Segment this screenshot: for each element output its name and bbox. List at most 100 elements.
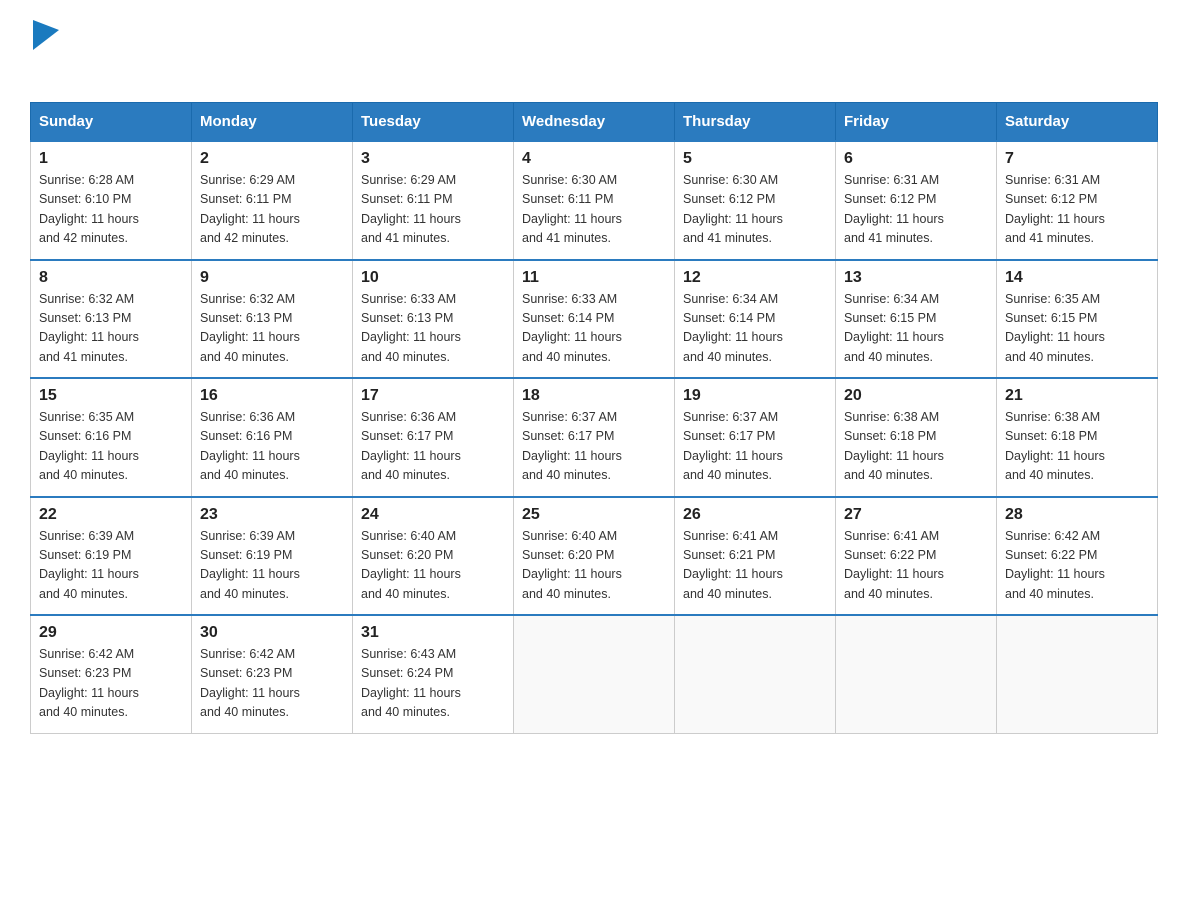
day-info: Sunrise: 6:43 AMSunset: 6:24 PMDaylight:… bbox=[361, 645, 505, 723]
day-info: Sunrise: 6:40 AMSunset: 6:20 PMDaylight:… bbox=[522, 527, 666, 605]
day-info: Sunrise: 6:33 AMSunset: 6:14 PMDaylight:… bbox=[522, 290, 666, 368]
calendar-cell: 27 Sunrise: 6:41 AMSunset: 6:22 PMDayligh… bbox=[836, 497, 997, 616]
day-number: 19 bbox=[683, 387, 827, 405]
calendar-cell: 4 Sunrise: 6:30 AMSunset: 6:11 PMDaylight… bbox=[514, 141, 675, 260]
calendar-cell: 14 Sunrise: 6:35 AMSunset: 6:15 PMDayligh… bbox=[997, 260, 1158, 379]
header-saturday: Saturday bbox=[997, 103, 1158, 142]
calendar-cell: 31 Sunrise: 6:43 AMSunset: 6:24 PMDayligh… bbox=[353, 615, 514, 733]
calendar-cell bbox=[675, 615, 836, 733]
week-row-5: 29 Sunrise: 6:42 AMSunset: 6:23 PMDayligh… bbox=[31, 615, 1158, 733]
day-info: Sunrise: 6:33 AMSunset: 6:13 PMDaylight:… bbox=[361, 290, 505, 368]
calendar-cell: 25 Sunrise: 6:40 AMSunset: 6:20 PMDayligh… bbox=[514, 497, 675, 616]
day-info: Sunrise: 6:38 AMSunset: 6:18 PMDaylight:… bbox=[844, 408, 988, 486]
day-info: Sunrise: 6:42 AMSunset: 6:23 PMDaylight:… bbox=[200, 645, 344, 723]
day-info: Sunrise: 6:30 AMSunset: 6:11 PMDaylight:… bbox=[522, 171, 666, 249]
day-number: 30 bbox=[200, 624, 344, 642]
day-number: 8 bbox=[39, 269, 183, 287]
calendar-cell: 16 Sunrise: 6:36 AMSunset: 6:16 PMDayligh… bbox=[192, 378, 353, 497]
day-number: 23 bbox=[200, 506, 344, 524]
calendar-cell: 2 Sunrise: 6:29 AMSunset: 6:11 PMDaylight… bbox=[192, 141, 353, 260]
day-number: 16 bbox=[200, 387, 344, 405]
header-sunday: Sunday bbox=[31, 103, 192, 142]
day-info: Sunrise: 6:30 AMSunset: 6:12 PMDaylight:… bbox=[683, 171, 827, 249]
logo-flag-icon bbox=[33, 20, 59, 50]
logo bbox=[30, 20, 59, 82]
day-info: Sunrise: 6:35 AMSunset: 6:15 PMDaylight:… bbox=[1005, 290, 1149, 368]
day-info: Sunrise: 6:42 AMSunset: 6:22 PMDaylight:… bbox=[1005, 527, 1149, 605]
day-info: Sunrise: 6:29 AMSunset: 6:11 PMDaylight:… bbox=[200, 171, 344, 249]
day-number: 27 bbox=[844, 506, 988, 524]
header-thursday: Thursday bbox=[675, 103, 836, 142]
header-friday: Friday bbox=[836, 103, 997, 142]
day-info: Sunrise: 6:38 AMSunset: 6:18 PMDaylight:… bbox=[1005, 408, 1149, 486]
day-number: 14 bbox=[1005, 269, 1149, 287]
day-info: Sunrise: 6:41 AMSunset: 6:22 PMDaylight:… bbox=[844, 527, 988, 605]
day-number: 28 bbox=[1005, 506, 1149, 524]
day-number: 2 bbox=[200, 150, 344, 168]
day-info: Sunrise: 6:42 AMSunset: 6:23 PMDaylight:… bbox=[39, 645, 183, 723]
calendar-cell: 18Sunrise: 6:37 AMSunset: 6:17 PMDayligh… bbox=[514, 378, 675, 497]
calendar-cell: 17 Sunrise: 6:36 AMSunset: 6:17 PMDayligh… bbox=[353, 378, 514, 497]
calendar-cell: 12 Sunrise: 6:34 AMSunset: 6:14 PMDayligh… bbox=[675, 260, 836, 379]
day-number: 15 bbox=[39, 387, 183, 405]
day-info: Sunrise: 6:36 AMSunset: 6:17 PMDaylight:… bbox=[361, 408, 505, 486]
calendar-cell: 11 Sunrise: 6:33 AMSunset: 6:14 PMDayligh… bbox=[514, 260, 675, 379]
calendar-cell bbox=[836, 615, 997, 733]
day-number: 25 bbox=[522, 506, 666, 524]
header-tuesday: Tuesday bbox=[353, 103, 514, 142]
calendar-cell: 1Sunrise: 6:28 AMSunset: 6:10 PMDaylight… bbox=[31, 141, 192, 260]
calendar-cell: 29 Sunrise: 6:42 AMSunset: 6:23 PMDayligh… bbox=[31, 615, 192, 733]
calendar-cell: 8 Sunrise: 6:32 AMSunset: 6:13 PMDaylight… bbox=[31, 260, 192, 379]
day-number: 21 bbox=[1005, 387, 1149, 405]
calendar-cell: 6 Sunrise: 6:31 AMSunset: 6:12 PMDaylight… bbox=[836, 141, 997, 260]
calendar-cell bbox=[514, 615, 675, 733]
calendar-cell: 7Sunrise: 6:31 AMSunset: 6:12 PMDaylight… bbox=[997, 141, 1158, 260]
day-info: Sunrise: 6:31 AMSunset: 6:12 PMDaylight:… bbox=[844, 171, 988, 249]
day-info: Sunrise: 6:37 AMSunset: 6:17 PMDaylight:… bbox=[683, 408, 827, 486]
day-info: Sunrise: 6:37 AMSunset: 6:17 PMDaylight:… bbox=[522, 408, 666, 486]
week-row-4: 22 Sunrise: 6:39 AMSunset: 6:19 PMDayligh… bbox=[31, 497, 1158, 616]
day-number: 6 bbox=[844, 150, 988, 168]
day-info: Sunrise: 6:34 AMSunset: 6:14 PMDaylight:… bbox=[683, 290, 827, 368]
calendar-cell: 3Sunrise: 6:29 AMSunset: 6:11 PMDaylight… bbox=[353, 141, 514, 260]
calendar-cell: 9Sunrise: 6:32 AMSunset: 6:13 PMDaylight… bbox=[192, 260, 353, 379]
day-info: Sunrise: 6:34 AMSunset: 6:15 PMDaylight:… bbox=[844, 290, 988, 368]
day-number: 24 bbox=[361, 506, 505, 524]
calendar-cell: 10 Sunrise: 6:33 AMSunset: 6:13 PMDayligh… bbox=[353, 260, 514, 379]
calendar-cell: 23Sunrise: 6:39 AMSunset: 6:19 PMDayligh… bbox=[192, 497, 353, 616]
calendar-cell: 24 Sunrise: 6:40 AMSunset: 6:20 PMDayligh… bbox=[353, 497, 514, 616]
day-info: Sunrise: 6:41 AMSunset: 6:21 PMDaylight:… bbox=[683, 527, 827, 605]
day-info: Sunrise: 6:39 AMSunset: 6:19 PMDaylight:… bbox=[39, 527, 183, 605]
calendar-cell: 13 Sunrise: 6:34 AMSunset: 6:15 PMDayligh… bbox=[836, 260, 997, 379]
calendar-cell: 26Sunrise: 6:41 AMSunset: 6:21 PMDayligh… bbox=[675, 497, 836, 616]
day-info: Sunrise: 6:32 AMSunset: 6:13 PMDaylight:… bbox=[200, 290, 344, 368]
day-number: 22 bbox=[39, 506, 183, 524]
week-row-3: 15Sunrise: 6:35 AMSunset: 6:16 PMDayligh… bbox=[31, 378, 1158, 497]
week-row-1: 1Sunrise: 6:28 AMSunset: 6:10 PMDaylight… bbox=[31, 141, 1158, 260]
day-number: 29 bbox=[39, 624, 183, 642]
week-row-2: 8 Sunrise: 6:32 AMSunset: 6:13 PMDaylight… bbox=[31, 260, 1158, 379]
calendar-cell: 5 Sunrise: 6:30 AMSunset: 6:12 PMDaylight… bbox=[675, 141, 836, 260]
day-number: 31 bbox=[361, 624, 505, 642]
day-info: Sunrise: 6:40 AMSunset: 6:20 PMDaylight:… bbox=[361, 527, 505, 605]
day-number: 11 bbox=[522, 269, 666, 287]
day-number: 20 bbox=[844, 387, 988, 405]
day-number: 13 bbox=[844, 269, 988, 287]
calendar-cell: 20 Sunrise: 6:38 AMSunset: 6:18 PMDayligh… bbox=[836, 378, 997, 497]
day-number: 12 bbox=[683, 269, 827, 287]
calendar-cell: 15Sunrise: 6:35 AMSunset: 6:16 PMDayligh… bbox=[31, 378, 192, 497]
calendar-cell bbox=[997, 615, 1158, 733]
header-monday: Monday bbox=[192, 103, 353, 142]
calendar-cell: 22 Sunrise: 6:39 AMSunset: 6:19 PMDayligh… bbox=[31, 497, 192, 616]
day-info: Sunrise: 6:28 AMSunset: 6:10 PMDaylight:… bbox=[39, 171, 183, 249]
calendar-header-row: SundayMondayTuesdayWednesdayThursdayFrid… bbox=[31, 103, 1158, 142]
calendar-table: SundayMondayTuesdayWednesdayThursdayFrid… bbox=[30, 102, 1158, 734]
calendar-cell: 30 Sunrise: 6:42 AMSunset: 6:23 PMDayligh… bbox=[192, 615, 353, 733]
day-number: 10 bbox=[361, 269, 505, 287]
day-info: Sunrise: 6:36 AMSunset: 6:16 PMDaylight:… bbox=[200, 408, 344, 486]
day-number: 4 bbox=[522, 150, 666, 168]
day-info: Sunrise: 6:32 AMSunset: 6:13 PMDaylight:… bbox=[39, 290, 183, 368]
day-number: 17 bbox=[361, 387, 505, 405]
day-number: 5 bbox=[683, 150, 827, 168]
header-wednesday: Wednesday bbox=[514, 103, 675, 142]
